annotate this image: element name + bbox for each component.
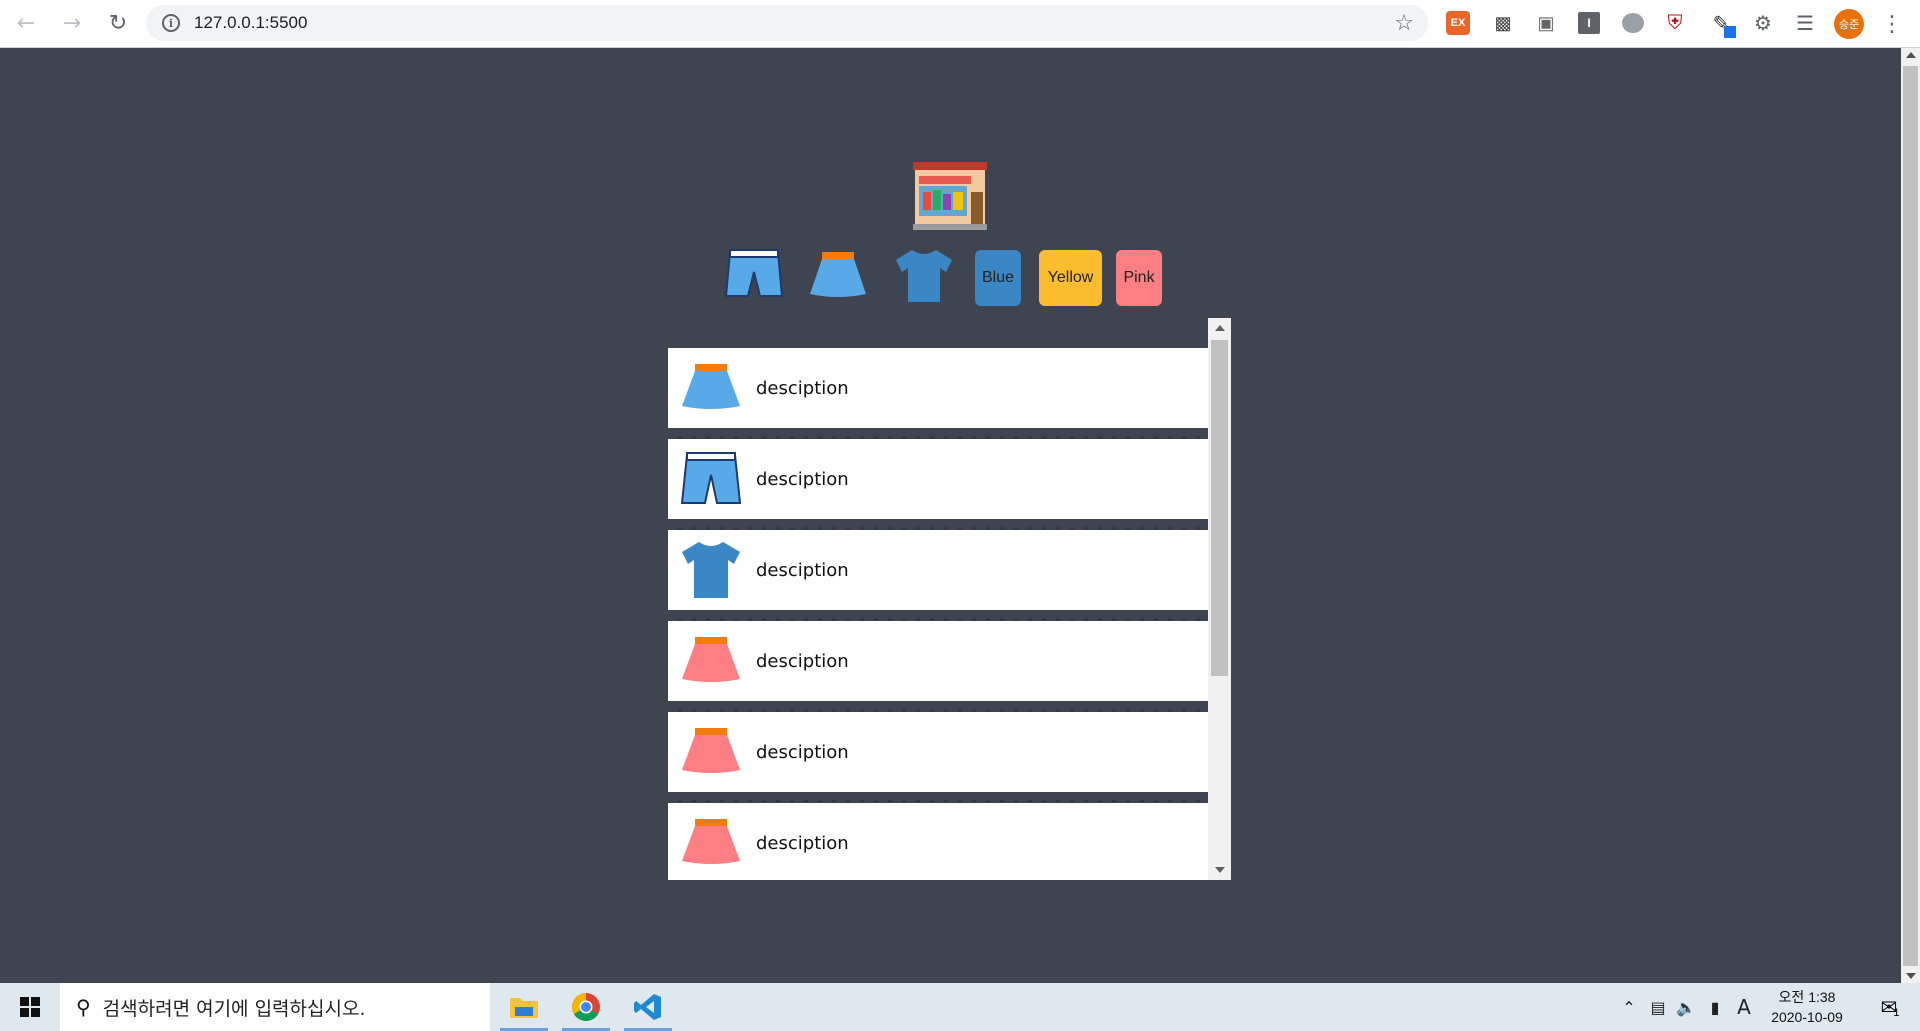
folder-icon	[510, 998, 538, 1018]
ublock-shield-icon[interactable]: ⛨	[1662, 10, 1688, 36]
list-scroll-down-icon[interactable]	[1215, 867, 1225, 873]
taskbar-clock[interactable]: 오전 1:38 2020-10-09	[1762, 987, 1852, 1027]
search-placeholder: 검색하려면 여기에 입력하십시오.	[102, 997, 366, 1020]
chrome-icon	[572, 993, 600, 1021]
clock-date: 2020-10-09	[1771, 1009, 1843, 1025]
page-scroll-thumb[interactable]	[1903, 66, 1918, 966]
item-description: desciption	[756, 650, 849, 672]
chat-bubble-icon[interactable]	[1620, 10, 1646, 36]
item-description: desciption	[756, 468, 849, 490]
chrome-taskbar-button[interactable]	[556, 983, 616, 1031]
skirt-filter-button[interactable]	[808, 246, 868, 306]
arrow-left-icon: ←	[16, 11, 36, 36]
pink-skirt-icon	[682, 728, 740, 773]
back-button[interactable]: ←	[6, 4, 46, 44]
arrow-right-icon: →	[62, 11, 82, 36]
list-scrollbar[interactable]	[1208, 318, 1231, 880]
list-scroll-thumb[interactable]	[1211, 340, 1228, 676]
list-item[interactable]: desciption	[668, 439, 1208, 530]
clock-time: 오전 1:38	[1778, 989, 1836, 1005]
reload-icon: ↻	[108, 11, 128, 36]
screen-capture-icon[interactable]: ▣	[1533, 10, 1559, 36]
shorts-filter-button[interactable]	[724, 246, 784, 306]
yellow-filter-button[interactable]: Yellow	[1039, 250, 1102, 306]
list-item[interactable]: desciption	[668, 530, 1208, 621]
list-item[interactable]: desciption	[668, 803, 1208, 880]
pink-skirt-icon	[682, 819, 740, 864]
notification-count: 1	[1893, 1007, 1900, 1019]
list-item[interactable]: desciption	[668, 712, 1208, 803]
search-icon: ⚲	[76, 995, 91, 1019]
extension-ex-icon[interactable]: EX	[1446, 11, 1470, 35]
pink-filter-button[interactable]: Pink	[1116, 250, 1162, 306]
blue-tshirt-icon	[682, 542, 740, 598]
list-scroll-up-icon[interactable]	[1215, 325, 1225, 331]
qr-code-icon[interactable]: ▩	[1490, 10, 1516, 36]
reload-button[interactable]: ↻	[98, 4, 138, 44]
pink-skirt-icon	[682, 637, 740, 682]
volume-icon[interactable]: 🔈	[1674, 983, 1698, 1031]
shorts-icon	[724, 249, 784, 297]
color-picker-icon[interactable]: ✎	[1708, 10, 1736, 38]
ime-indicator[interactable]: A	[1732, 983, 1756, 1031]
profile-avatar[interactable]: 승준	[1834, 9, 1864, 39]
item-description: desciption	[756, 559, 849, 581]
file-explorer-taskbar-button[interactable]	[494, 983, 554, 1031]
items-list-container[interactable]: desciption desciption desciption descipt…	[668, 318, 1231, 880]
extensions-puzzle-icon[interactable]: ⚙	[1750, 10, 1776, 36]
scroll-up-arrow-icon[interactable]	[1906, 52, 1916, 58]
extension-i-icon[interactable]: I	[1578, 12, 1600, 34]
network-icon[interactable]: ▤	[1646, 983, 1670, 1031]
windows-taskbar: ⚲ 검색하려면 여기에 입력하십시오. ⌃ ▤ 🔈 ▮ A 오전 1:38 20…	[0, 983, 1920, 1031]
browser-toolbar: ← → ↻ i 127.0.0.1:5500 ☆ EX ▩ ▣ I ⛨ ✎ ⚙ …	[0, 0, 1920, 48]
reading-list-icon[interactable]: ☰	[1792, 10, 1818, 36]
items-list: desciption desciption desciption descipt…	[668, 348, 1208, 880]
address-bar[interactable]: i 127.0.0.1:5500 ☆	[146, 5, 1428, 41]
vscode-taskbar-button[interactable]	[618, 983, 678, 1031]
item-description: desciption	[756, 741, 849, 763]
blue-skirt-icon	[682, 364, 740, 409]
blue-filter-button[interactable]: Blue	[975, 250, 1021, 306]
bookmark-star-icon[interactable]: ☆	[1394, 11, 1414, 36]
taskbar-search-box[interactable]: ⚲ 검색하려면 여기에 입력하십시오.	[60, 983, 490, 1031]
page-scrollbar[interactable]	[1901, 48, 1920, 983]
list-item[interactable]: desciption	[668, 348, 1208, 439]
vscode-icon	[634, 994, 661, 1020]
clothing-store-logo[interactable]	[911, 162, 989, 230]
url-text[interactable]: 127.0.0.1:5500	[194, 13, 307, 33]
forward-button[interactable]: →	[52, 4, 92, 44]
blue-shorts-icon	[680, 452, 742, 504]
windows-logo-icon	[20, 997, 40, 1017]
battery-icon[interactable]: ▮	[1703, 983, 1727, 1031]
scroll-down-arrow-icon[interactable]	[1906, 973, 1916, 979]
notification-center-button[interactable]: ✉ 1	[1866, 983, 1914, 1031]
item-description: desciption	[756, 377, 849, 399]
tray-chevron-up-icon[interactable]: ⌃	[1618, 983, 1640, 1031]
info-icon[interactable]: i	[162, 14, 180, 32]
item-description: desciption	[756, 832, 849, 854]
tshirt-filter-button[interactable]	[894, 246, 954, 306]
list-item[interactable]: desciption	[668, 621, 1208, 712]
skirt-icon	[810, 252, 866, 297]
start-button[interactable]	[0, 983, 60, 1031]
tshirt-icon	[896, 250, 952, 302]
browser-menu-icon[interactable]: ⋮	[1880, 8, 1904, 40]
